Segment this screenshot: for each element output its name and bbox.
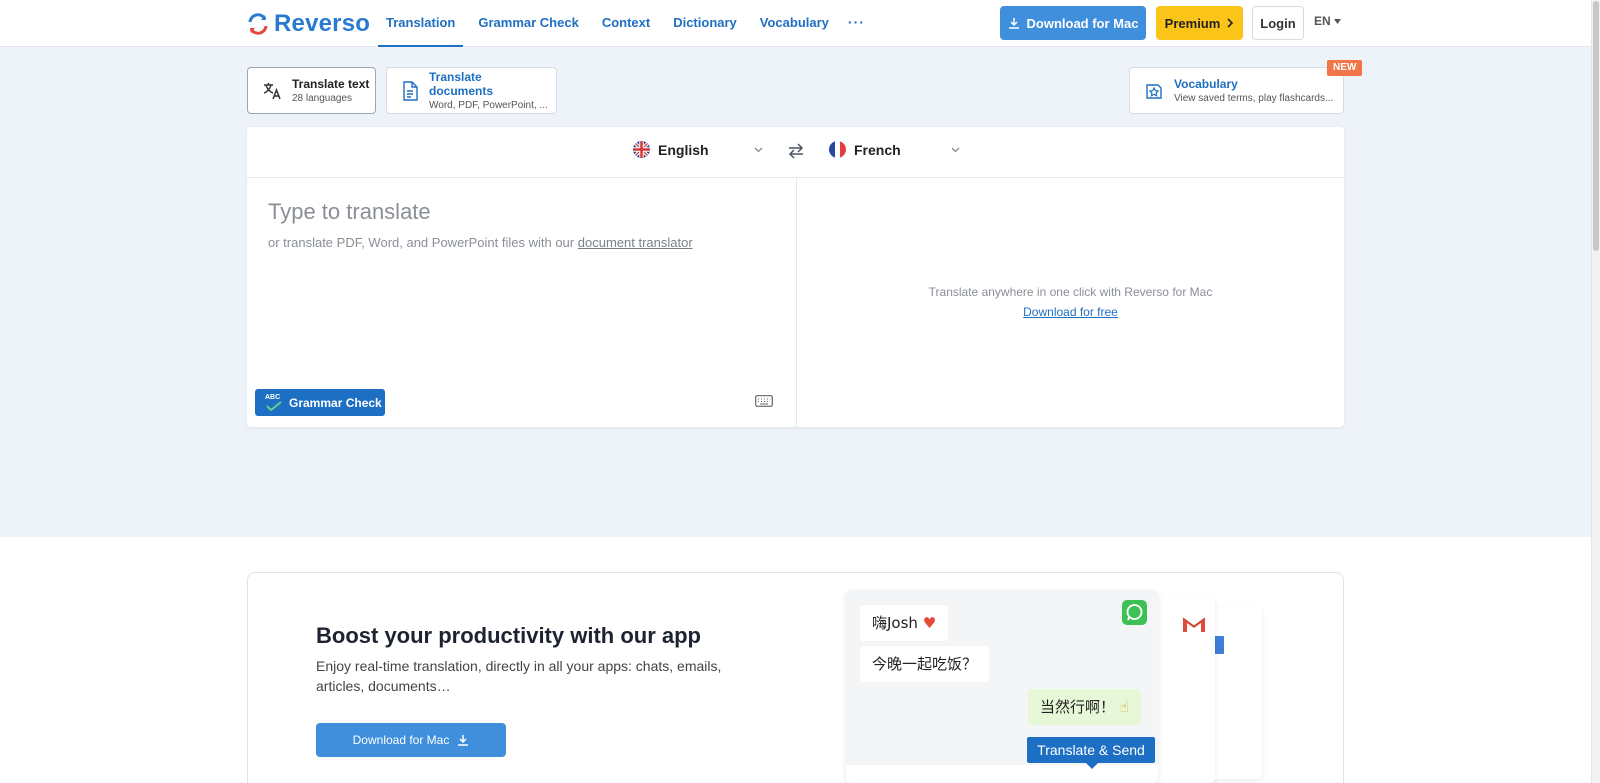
- page-scrollbar-thumb[interactable]: [1593, 1, 1599, 251]
- translate-text-tab[interactable]: Translate text 28 languages: [247, 67, 376, 114]
- translate-text-subtitle: 28 languages: [292, 93, 353, 104]
- target-language-chevron-icon[interactable]: [951, 147, 960, 153]
- source-language-chevron-icon[interactable]: [754, 147, 763, 153]
- chat-message-3: 当然行啊！ ☝: [1028, 689, 1141, 725]
- source-text-input[interactable]: Type to translate: [268, 199, 431, 225]
- translate-documents-subtitle: Word, PDF, PowerPoint, ...: [429, 100, 548, 111]
- vocabulary-tab[interactable]: Vocabulary View saved terms, play flashc…: [1129, 67, 1344, 114]
- app-download-button[interactable]: Download for Mac: [316, 723, 506, 757]
- vocabulary-title: Vocabulary: [1174, 77, 1238, 91]
- target-language-label: French: [854, 141, 901, 158]
- app-promo-heading: Boost your productivity with our app: [316, 623, 701, 648]
- translate-text-title: Translate text: [292, 77, 370, 91]
- grammar-check-icon: ABC: [265, 394, 283, 411]
- document-translator-link[interactable]: document translator: [578, 235, 693, 250]
- target-language-select[interactable]: French: [829, 141, 901, 158]
- interface-language-select[interactable]: EN: [1314, 14, 1341, 28]
- download-for-mac-button[interactable]: Download for Mac: [1000, 6, 1146, 40]
- premium-button[interactable]: Premium: [1156, 6, 1243, 40]
- logo-text: Reverso: [274, 10, 371, 37]
- france-flag-icon: [829, 141, 846, 158]
- nav-grammar-check[interactable]: Grammar Check: [470, 0, 586, 47]
- abc-label: ABC: [265, 394, 281, 401]
- nav-dictionary[interactable]: Dictionary: [665, 0, 745, 47]
- premium-label: Premium: [1164, 15, 1221, 31]
- translate-documents-title: Translate documents: [429, 70, 494, 98]
- login-button[interactable]: Login: [1252, 6, 1304, 40]
- nav-translation[interactable]: Translation: [378, 0, 464, 47]
- translate-and-send-button: Translate & Send: [1027, 737, 1155, 763]
- document-icon: [403, 80, 418, 101]
- chat-message-1: 嗨Josh ♥: [860, 605, 949, 641]
- download-icon: [458, 735, 469, 746]
- translate-documents-tab[interactable]: Translate documents Word, PDF, PowerPoin…: [386, 67, 557, 114]
- language-bar: English French: [247, 127, 1344, 178]
- source-language-select[interactable]: English: [633, 141, 709, 158]
- caret-down-icon: [1333, 18, 1341, 24]
- reverso-logo-icon: [248, 13, 268, 35]
- app-download-label: Download for Mac: [352, 733, 450, 747]
- download-for-free-link[interactable]: Download for free: [797, 305, 1344, 319]
- translator-panel: English French Type to translate or tran…: [247, 127, 1344, 427]
- gmail-icon: [1182, 617, 1206, 632]
- chat-message-2: 今晚一起吃饭？: [860, 646, 990, 682]
- app-promo-description: Enjoy real-time translation, directly in…: [316, 658, 722, 694]
- swap-languages-icon[interactable]: [787, 142, 805, 160]
- chat-input-bar: [846, 765, 1158, 783]
- new-badge: NEW: [1327, 60, 1363, 76]
- nav-vocabulary[interactable]: Vocabulary: [752, 0, 837, 47]
- nav-context[interactable]: Context: [594, 0, 658, 47]
- panel-divider: [796, 178, 797, 427]
- grammar-check-button[interactable]: ABC Grammar Check: [255, 389, 385, 416]
- top-header: Reverso Translation Grammar Check Contex…: [0, 0, 1591, 47]
- translate-icon: [263, 82, 281, 99]
- source-language-label: English: [658, 141, 709, 158]
- interface-language-label: EN: [1314, 14, 1331, 28]
- tooltip-caret: [1086, 763, 1098, 769]
- chevron-right-icon: [1227, 18, 1234, 28]
- main-nav: Translation Grammar Check Context Dictio…: [378, 0, 865, 47]
- reverso-logo[interactable]: Reverso: [246, 10, 370, 38]
- mac-promo-text: Translate anywhere in one click with Rev…: [928, 285, 1213, 299]
- uk-flag-icon: [633, 141, 650, 158]
- hint-prefix: or translate PDF, Word, and PowerPoint f…: [268, 235, 575, 250]
- vocabulary-star-icon: [1146, 83, 1162, 99]
- download-icon: [1008, 18, 1019, 29]
- whatsapp-icon: [1122, 600, 1147, 625]
- more-menu-icon[interactable]: ···: [848, 0, 865, 47]
- keyboard-icon[interactable]: [755, 395, 773, 407]
- download-for-mac-label: Download for Mac: [1026, 15, 1139, 31]
- document-translator-hint: or translate PDF, Word, and PowerPoint f…: [268, 235, 693, 250]
- vocabulary-subtitle: View saved terms, play flashcards...: [1174, 93, 1334, 104]
- grammar-check-label: Grammar Check: [289, 395, 382, 410]
